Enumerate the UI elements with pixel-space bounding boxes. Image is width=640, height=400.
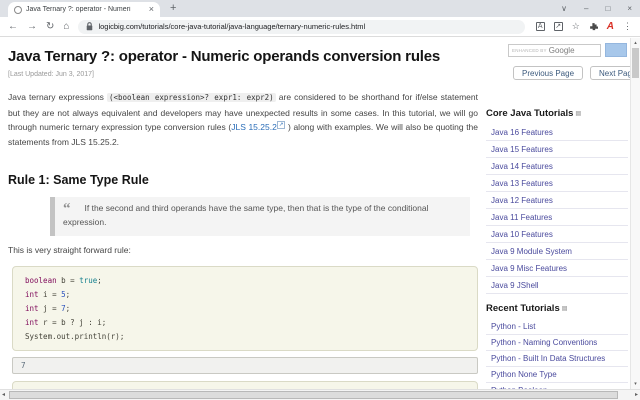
red-extension-icon[interactable]: A [607,22,614,32]
tab-bar: Java Ternary ?: operator - Numeri × + ∨ … [0,0,640,17]
sidebar-link[interactable]: Java 10 Features [486,226,628,243]
code-line: int r = b ? j : i; [25,316,469,330]
google-watermark: Google [549,46,575,55]
browser-toolbar: ← → ↻ ⌂ logicbig.com/tutorials/core-java… [0,17,640,37]
previous-page-button[interactable]: Previous Page [513,66,583,80]
browser-menu-icon[interactable]: ⋮ [623,21,632,32]
jls-link[interactable]: JLS 15.25.2 [231,122,277,132]
rule1-blockquote: “If the second and third operands have t… [50,197,470,236]
page-viewport: Java Ternary ?: operator - Numeric opera… [0,38,640,400]
rule1-note: This is very straight forward rule: [8,245,478,255]
section-heading-icon: ▤ [562,306,568,312]
last-updated: [Last Updated: Jun 3, 2017] [8,71,478,78]
bookmark-star-icon[interactable]: ☆ [572,21,580,32]
window-minimize-icon[interactable]: – [584,4,588,13]
url-text: logicbig.com/tutorials/core-java-tutoria… [98,22,365,31]
sidebar: Core Java Tutorials▤ Java 16 FeaturesJav… [486,108,628,400]
page-pager: Previous Page Next Page [513,66,640,80]
sidebar-link[interactable]: Python - List [486,319,628,335]
sidebar-link[interactable]: Python - Naming Conventions [486,335,628,351]
window-menu-chevron-icon[interactable]: ∨ [561,4,567,13]
sidebar-heading-core-java: Core Java Tutorials▤ [486,108,628,119]
sidebar-link[interactable]: Java 12 Features [486,192,628,209]
scroll-right-icon[interactable]: ▸ [635,391,638,398]
code-output: 7 [12,357,478,374]
window-maximize-icon[interactable]: □ [605,4,610,13]
window-close-icon[interactable]: × [627,4,632,13]
code-line: int i = 5; [25,288,469,302]
sidebar-link[interactable]: Python None Type [486,367,628,383]
forward-icon[interactable]: → [27,22,37,32]
sidebar-link[interactable]: Python - Built In Data Structures [486,351,628,367]
rule1-heading: Rule 1: Same Type Rule [8,173,478,187]
horizontal-scrollbar[interactable]: ◂ ▸ [0,389,640,400]
vertical-scrollbar-thumb[interactable] [632,48,639,78]
code-line: int j = 7; [25,302,469,316]
search-button[interactable] [605,43,627,57]
sidebar-link[interactable]: Java 9 Misc Features [486,260,628,277]
code-block-1: boolean b = true;int i = 5;int j = 7;int… [12,266,478,351]
search-watermark: ENHANCED BY [512,48,547,53]
page-title: Java Ternary ?: operator - Numeric opera… [8,48,478,65]
scroll-up-icon[interactable]: ▴ [631,40,640,46]
sidebar-link[interactable]: Java 9 Module System [486,243,628,260]
extensions-puzzle-icon[interactable] [589,22,598,31]
new-tab-button[interactable]: + [170,2,176,14]
home-icon[interactable]: ⌂ [63,22,69,32]
lock-icon [86,22,93,31]
reload-icon[interactable]: ↻ [46,22,54,32]
core-java-links: Java 16 FeaturesJava 15 FeaturesJava 14 … [486,124,628,294]
intro-text: Java ternary expressions [8,92,107,102]
recent-tutorial-links: Python - ListPython - Naming Conventions… [486,319,628,400]
section-heading-icon: ▤ [575,111,581,117]
sidebar-link[interactable]: Java 11 Features [486,209,628,226]
vertical-scrollbar[interactable]: ▴ ▾ [630,38,640,389]
sidebar-link[interactable]: Java 15 Features [486,141,628,158]
sidebar-heading-recent: Recent Tutorials▤ [486,303,628,314]
site-search: ENHANCED BY Google [508,43,627,57]
blockquote-text: If the second and third operands have th… [63,203,429,227]
inline-code: (<boolean expression>? expr1: expr2) [107,93,276,102]
translate-icon[interactable]: A [536,22,545,31]
share-icon[interactable]: ↗ [554,22,563,31]
tab-title: Java Ternary ?: operator - Numeri [26,6,146,13]
scroll-left-icon[interactable]: ◂ [2,391,5,398]
site-favicon-icon [14,6,22,14]
search-input[interactable]: ENHANCED BY Google [508,44,601,57]
code-line: System.out.println(r); [25,330,469,344]
horizontal-scrollbar-thumb[interactable] [9,391,618,399]
sidebar-link[interactable]: Java 16 Features [486,124,628,141]
sidebar-link[interactable]: Java 14 Features [486,158,628,175]
back-icon[interactable]: ← [8,22,18,32]
article: Java Ternary ?: operator - Numeric opera… [8,38,478,400]
sidebar-link[interactable]: Java 13 Features [486,175,628,192]
sidebar-link[interactable]: Java 9 JShell [486,277,628,294]
browser-tab[interactable]: Java Ternary ?: operator - Numeri × [8,2,160,17]
quote-mark-icon: “ [63,201,71,217]
browser-window: Java Ternary ?: operator - Numeri × + ∨ … [0,0,640,400]
scroll-down-icon[interactable]: ▾ [631,381,640,387]
tab-close-icon[interactable]: × [149,5,154,14]
code-line: boolean b = true; [25,274,469,288]
address-bar[interactable]: logicbig.com/tutorials/core-java-tutoria… [78,20,524,34]
intro-paragraph: Java ternary expressions (<boolean expre… [8,90,478,149]
